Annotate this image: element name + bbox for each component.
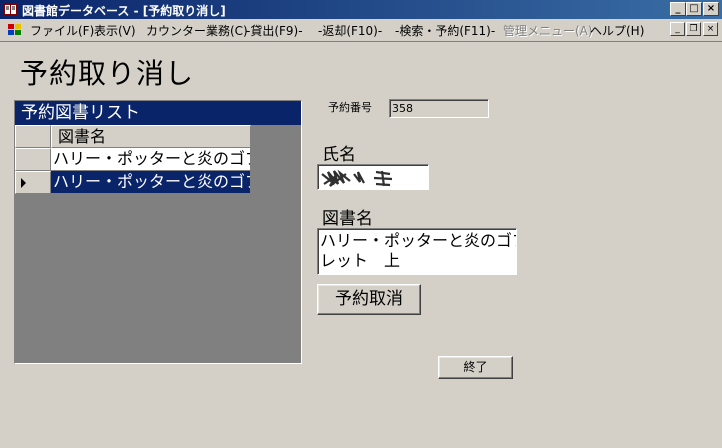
book-title-line: レット 上 (320, 251, 401, 270)
row-header-corner (15, 125, 51, 148)
book-title-field[interactable]: ハリー・ポッターと炎のゴブ レット 上 (317, 228, 517, 275)
book-title-line: ハリー・ポッターと炎のゴブ (320, 231, 517, 250)
table-row[interactable]: ハリー・ポッターと炎のゴブ (51, 171, 251, 194)
reservation-number-label: 予約番号 (328, 101, 372, 114)
menu-help[interactable]: ヘルプ(H) (590, 22, 644, 39)
exit-button[interactable]: 終了 (438, 356, 513, 379)
child-close-button[interactable]: × (703, 22, 718, 36)
document-window-icon[interactable] (8, 24, 22, 36)
page-title: 予約取り消し (20, 57, 195, 90)
grid-caption: 予約図書リスト (15, 101, 301, 125)
row-selector[interactable] (15, 148, 51, 171)
reservation-number-field[interactable]: 358 (389, 99, 489, 118)
maximize-button[interactable]: □ (686, 2, 702, 16)
book-title-label: 図書名 (322, 209, 373, 229)
close-icon: × (706, 24, 715, 34)
redacted-name-scribble (321, 169, 393, 187)
menu-search-reserve[interactable]: -検索・予約(F11)- (395, 22, 495, 39)
minimize-button[interactable]: _ (670, 2, 686, 16)
menu-bar: ファイル(F) 表示(V) カウンター業務(C) -貸出(F9)- -返却(F1… (0, 19, 722, 42)
menu-file[interactable]: ファイル(F) (30, 22, 94, 39)
reservation-list-grid[interactable]: 予約図書リスト 図書名 ハリー・ポッターと炎のゴブ ハリー・ポッターと炎のゴブ (14, 100, 302, 364)
close-button[interactable]: × (703, 2, 719, 16)
menu-lend[interactable]: -貸出(F9)- (246, 22, 303, 39)
row-pointer-icon (21, 178, 26, 188)
table-row[interactable]: ハリー・ポッターと炎のゴブ (51, 148, 251, 171)
restore-icon: ❐ (689, 24, 698, 34)
menu-admin: 管理メニュー(A) (503, 24, 593, 38)
child-restore-button[interactable]: ❐ (686, 22, 701, 36)
name-field[interactable] (317, 164, 429, 190)
minimize-icon: _ (675, 3, 681, 14)
name-label: 氏名 (322, 145, 356, 165)
maximize-icon: □ (689, 3, 699, 14)
books-app-icon[interactable] (3, 2, 18, 17)
minimize-icon: _ (675, 24, 680, 34)
row-selector[interactable] (15, 171, 51, 194)
column-header-title[interactable]: 図書名 (51, 125, 251, 148)
title-bar[interactable]: 図書館データベース - [予約取り消し] _ □ × (0, 0, 722, 19)
close-icon: × (706, 3, 716, 14)
menu-counter[interactable]: カウンター業務(C) (146, 22, 248, 39)
window-title: 図書館データベース - [予約取り消し] (22, 4, 226, 18)
menu-view[interactable]: 表示(V) (94, 22, 136, 39)
cancel-reservation-button[interactable]: 予約取消 (317, 284, 421, 315)
menu-return[interactable]: -返却(F10)- (318, 22, 382, 39)
child-minimize-button[interactable]: _ (670, 22, 685, 36)
